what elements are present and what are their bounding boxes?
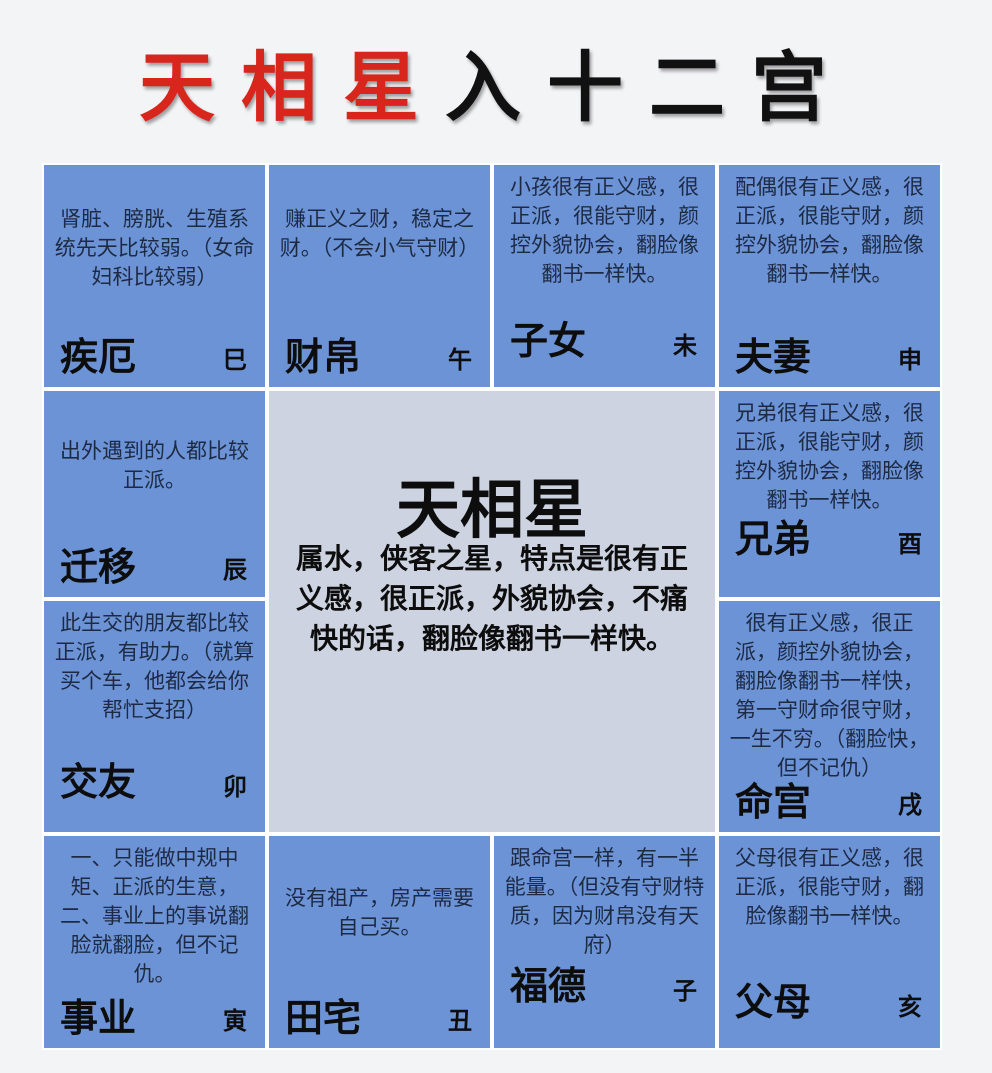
- palace-ming-text: 很有正义感，很正派，颜控外貌协会，翻脸像翻书一样快，第一守财命很守财，一生不穷。…: [729, 611, 930, 780]
- palace-shi-name: 事业: [60, 996, 137, 1040]
- palace-fude-name: 福德: [510, 964, 587, 1008]
- title-star: 天相星: [139, 43, 445, 132]
- palace-shi-branch: 寅: [223, 1007, 247, 1035]
- palace-tian: 没有祖产，房产需要自己买。 田宅 丑: [267, 834, 492, 1050]
- palace-cai-text: 赚正义之财，稳定之财。（不会小气守财）: [279, 207, 480, 260]
- palace-xiong-name: 兄弟: [735, 517, 812, 561]
- palace-fumu-text: 父母很有正义感，很正派，很能守财，翻脸像翻书一样快。: [735, 846, 924, 928]
- palace-fu: 配偶很有正义感，很正派，很能守财，颜控外貌协会，翻脸像翻书一样快。 夫妻 申: [717, 163, 942, 389]
- palace-jiao: 此生交的朋友都比较正派，有助力。（就算买个车，他都会给你帮忙支招） 交友 卯: [42, 599, 267, 834]
- palace-xiong: 兄弟很有正义感，很正派，很能守财，颜控外貌协会，翻脸像翻书一样快。 兄弟 酉: [717, 389, 942, 599]
- palace-fude-text: 跟命宫一样，有一半能量。（但没有守财特质，因为财帛没有天府）: [504, 846, 705, 957]
- title-suffix: 入十二宫: [445, 43, 853, 132]
- palace-xiong-branch: 酉: [898, 530, 922, 558]
- palace-qian-text: 出外遇到的人都比较正派。: [60, 439, 249, 492]
- palace-xiong-text: 兄弟很有正义感，很正派，很能守财，颜控外貌协会，翻脸像翻书一样快。: [735, 401, 924, 512]
- palace-qian: 出外遇到的人都比较正派。 迁移 辰: [42, 389, 267, 599]
- palace-tian-name: 田宅: [285, 996, 362, 1040]
- page-title: 天相星入十二宫: [0, 38, 992, 138]
- palace-zi: 小孩很有正义感，很正派，很能守财，颜控外貌协会，翻脸像翻书一样快。 子女 未: [492, 163, 717, 389]
- palace-jie-text: 肾脏、膀胱、生殖系统先天比较弱。（女命妇科比较弱）: [54, 207, 255, 289]
- palace-shi: 一、只能做中规中矩、正派的生意，二、事业上的事说翻脸就翻脸，但不记仇。 事业 寅: [42, 834, 267, 1050]
- palace-ming-branch: 戌: [898, 791, 922, 819]
- palace-tian-branch: 丑: [448, 1007, 472, 1035]
- palace-jiao-name: 交友: [60, 760, 137, 804]
- palace-jiao-text: 此生交的朋友都比较正派，有助力。（就算买个车，他都会给你帮忙支招）: [54, 611, 255, 722]
- palace-fumu: 父母很有正义感，很正派，很能守财，翻脸像翻书一样快。 父母 亥: [717, 834, 942, 1050]
- palace-fu-name: 夫妻: [735, 335, 812, 379]
- palace-qian-branch: 辰: [223, 556, 247, 584]
- palace-jie-branch: 巳: [223, 346, 247, 374]
- palace-grid: 肾脏、膀胱、生殖系统先天比较弱。（女命妇科比较弱） 疾厄 巳 赚正义之财，稳定之…: [42, 163, 942, 1050]
- palace-fumu-branch: 亥: [898, 993, 922, 1021]
- palace-cai-branch: 午: [448, 346, 472, 374]
- palace-zi-branch: 未: [673, 332, 697, 360]
- center-panel: 天相星 属水，侠客之星，特点是很有正义感，很正派，外貌协会，不痛快的话，翻脸像翻…: [267, 389, 717, 834]
- palace-fu-text: 配偶很有正义感，很正派，很能守财，颜控外貌协会，翻脸像翻书一样快。: [735, 175, 924, 286]
- palace-ming-name: 命宫: [735, 780, 812, 824]
- palace-zi-text: 小孩很有正义感，很正派，很能守财，颜控外貌协会，翻脸像翻书一样快。: [510, 175, 699, 286]
- palace-tian-text: 没有祖产，房产需要自己买。: [285, 886, 474, 939]
- palace-fude-branch: 子: [673, 977, 697, 1005]
- palace-jie: 肾脏、膀胱、生殖系统先天比较弱。（女命妇科比较弱） 疾厄 巳: [42, 163, 267, 389]
- palace-fumu-name: 父母: [735, 980, 812, 1024]
- center-description: 属水，侠客之星，特点是很有正义感，很正派，外貌协会，不痛快的话，翻脸像翻书一样快…: [295, 542, 688, 655]
- center-star-title: 天相星: [396, 474, 588, 548]
- palace-zi-name: 子女: [510, 319, 587, 363]
- palace-fu-branch: 申: [898, 346, 922, 374]
- palace-shi-text: 一、只能做中规中矩、正派的生意，二、事业上的事说翻脸就翻脸，但不记仇。: [60, 846, 249, 986]
- palace-jiao-branch: 卯: [223, 773, 247, 801]
- palace-ming: 很有正义感，很正派，颜控外貌协会，翻脸像翻书一样快，第一守财命很守财，一生不穷。…: [717, 599, 942, 834]
- palace-cai-name: 财帛: [285, 335, 362, 379]
- palace-jie-name: 疾厄: [60, 335, 137, 379]
- palace-cai: 赚正义之财，稳定之财。（不会小气守财） 财帛 午: [267, 163, 492, 389]
- palace-qian-name: 迁移: [60, 545, 137, 589]
- palace-fude: 跟命宫一样，有一半能量。（但没有守财特质，因为财帛没有天府） 福德 子: [492, 834, 717, 1050]
